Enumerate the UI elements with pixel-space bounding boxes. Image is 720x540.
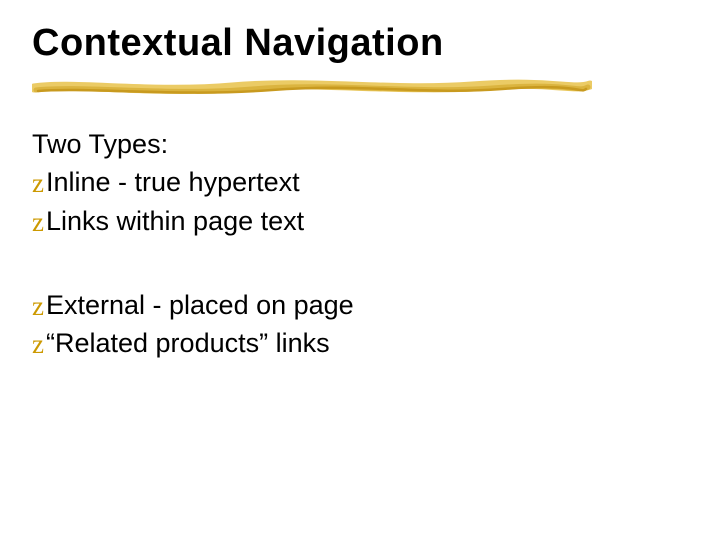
bullet-item: z “Related products” links	[32, 324, 672, 362]
subheading: Two Types:	[32, 125, 672, 163]
z-bullet-icon: z	[32, 287, 44, 325]
slide: Contextual Navigation Two Types: z Inlin…	[0, 0, 720, 540]
z-bullet-icon: z	[32, 325, 44, 363]
title-wrap: Contextual Navigation	[32, 24, 444, 64]
bullet-text: “Related products” links	[46, 324, 330, 362]
z-bullet-icon: z	[32, 164, 44, 202]
slide-title: Contextual Navigation	[32, 24, 444, 64]
bullet-item: z Links within page text	[32, 202, 672, 240]
bullet-text: Links within page text	[46, 202, 304, 240]
bullet-item: z Inline - true hypertext	[32, 163, 672, 201]
z-bullet-icon: z	[32, 203, 44, 241]
bullet-text: Inline - true hypertext	[46, 163, 300, 201]
title-underline	[32, 78, 592, 100]
subheading-text: Two Types:	[32, 125, 168, 163]
group-spacer	[32, 240, 672, 286]
slide-body: Two Types: z Inline - true hypertext z L…	[32, 125, 672, 363]
bullet-text: External - placed on page	[46, 286, 354, 324]
bullet-item: z External - placed on page	[32, 286, 672, 324]
